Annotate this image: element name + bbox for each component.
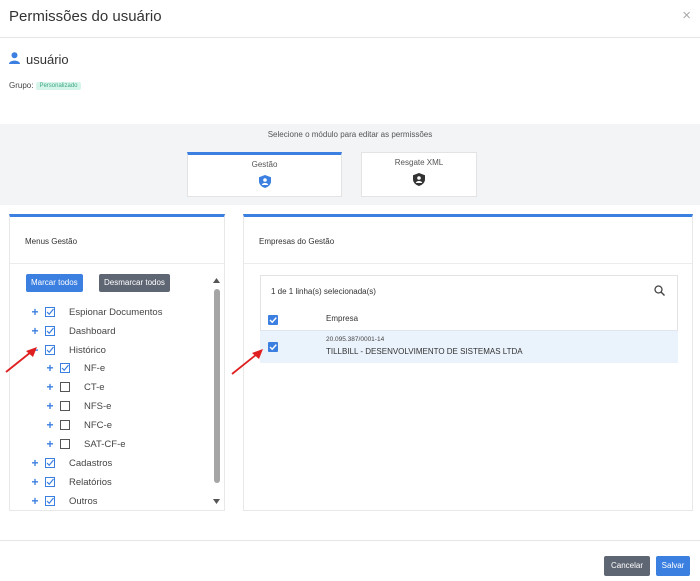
checkbox-unchecked-icon[interactable] xyxy=(60,420,70,430)
tree-item-relatorios[interactable]: + Relatórios xyxy=(30,473,112,491)
save-button[interactable]: Salvar xyxy=(656,556,690,576)
tree-item-label: Dashboard xyxy=(69,325,116,337)
module-label: Resgate XML xyxy=(394,158,444,167)
tree-item-sat-cfe[interactable]: + SAT-CF-e xyxy=(45,435,126,453)
collapse-icon[interactable]: − xyxy=(30,344,40,356)
module-card-gestao[interactable]: Gestão xyxy=(187,152,342,197)
tree-item-label: NFS-e xyxy=(84,400,112,412)
expand-icon[interactable]: + xyxy=(45,438,55,450)
checkbox-checked-icon[interactable] xyxy=(45,458,55,468)
checkbox-checked-icon[interactable] xyxy=(60,363,70,373)
search-icon[interactable] xyxy=(654,285,665,299)
dialog-header: Permissões do usuário × xyxy=(0,0,700,38)
group-label: Grupo: xyxy=(9,81,34,90)
tree-item-label: SAT-CF-e xyxy=(84,438,126,450)
group-row: Grupo: Personalizado xyxy=(9,81,81,90)
tree-item-label: Histórico xyxy=(69,344,106,356)
expand-icon[interactable]: + xyxy=(45,419,55,431)
checkbox-unchecked-icon[interactable] xyxy=(60,439,70,449)
close-icon[interactable]: × xyxy=(682,7,691,24)
tree-item-label: Relatórios xyxy=(69,476,112,488)
checkbox-checked-icon[interactable] xyxy=(45,326,55,336)
expand-icon[interactable]: + xyxy=(30,325,40,337)
select-all-checkbox[interactable] xyxy=(268,315,278,328)
user-icon xyxy=(9,52,20,67)
tree-item-label: CT-e xyxy=(84,381,105,393)
divider xyxy=(244,263,692,264)
menus-panel-title: Menus Gestão xyxy=(25,237,78,246)
tree-item-label: NFC-e xyxy=(84,419,112,431)
mark-all-button[interactable]: Marcar todos xyxy=(26,274,83,292)
tree-item-cadastros[interactable]: + Cadastros xyxy=(30,454,112,472)
unmark-all-button[interactable]: Desmarcar todos xyxy=(99,274,170,292)
shield-user-icon xyxy=(362,173,476,186)
tree-item-nfse[interactable]: + NFS-e xyxy=(45,397,111,415)
checkbox-unchecked-icon[interactable] xyxy=(60,401,70,411)
user-name: usuário xyxy=(26,52,69,67)
checkbox-unchecked-icon[interactable] xyxy=(60,382,70,392)
cancel-button[interactable]: Cancelar xyxy=(604,556,650,576)
module-card-resgate-xml[interactable]: Resgate XML xyxy=(361,152,477,197)
tree-item-nfce[interactable]: + NFC-e xyxy=(45,416,112,434)
tree-item-historico[interactable]: − Histórico xyxy=(30,341,106,359)
scrollbar-thumb[interactable] xyxy=(214,289,220,483)
module-caption: Selecione o módulo para editar as permis… xyxy=(267,130,433,139)
module-label: Gestão xyxy=(251,160,278,169)
expand-icon[interactable]: + xyxy=(30,476,40,488)
checkbox-checked-icon[interactable] xyxy=(45,345,55,355)
expand-icon[interactable]: + xyxy=(30,457,40,469)
expand-icon[interactable]: + xyxy=(45,400,55,412)
column-header-empresa[interactable]: Empresa xyxy=(326,314,358,323)
dialog-title: Permissões do usuário xyxy=(9,8,162,25)
expand-icon[interactable]: + xyxy=(45,381,55,393)
user-info: usuário xyxy=(9,52,69,67)
checkbox-checked-icon[interactable] xyxy=(45,477,55,487)
expand-icon[interactable]: + xyxy=(30,495,40,507)
divider xyxy=(10,263,224,264)
shield-user-icon xyxy=(188,175,341,188)
tree-item-label: Cadastros xyxy=(69,457,113,469)
company-name: TILLBILL - DESENVOLVIMENTO DE SISTEMAS L… xyxy=(326,347,523,356)
tree-item-nfe[interactable]: + NF-e xyxy=(45,359,105,377)
company-cnpj: 20.095.387/0001-14 xyxy=(326,336,385,343)
group-badge: Personalizado xyxy=(36,81,81,90)
checkbox-checked-icon[interactable] xyxy=(45,496,55,506)
footer-divider xyxy=(0,540,700,541)
expand-icon[interactable]: + xyxy=(30,306,40,318)
tree-item-label: Outros xyxy=(69,495,98,507)
tree-item-dashboard[interactable]: + Dashboard xyxy=(30,322,115,340)
selection-count: 1 de 1 linha(s) selecionada(s) xyxy=(271,287,376,296)
tree-item-label: Espionar Documentos xyxy=(69,306,163,318)
row-checkbox[interactable] xyxy=(268,342,278,355)
tree-item-outros[interactable]: + Outros xyxy=(30,492,98,510)
expand-icon[interactable]: + xyxy=(45,362,55,374)
companies-panel-title: Empresas do Gestão xyxy=(259,237,335,246)
tree-item-espionar-documentos[interactable]: + Espionar Documentos xyxy=(30,303,162,321)
checkbox-checked-icon[interactable] xyxy=(45,307,55,317)
tree-item-cte[interactable]: + CT-e xyxy=(45,378,105,396)
tree-item-label: NF-e xyxy=(84,362,106,374)
